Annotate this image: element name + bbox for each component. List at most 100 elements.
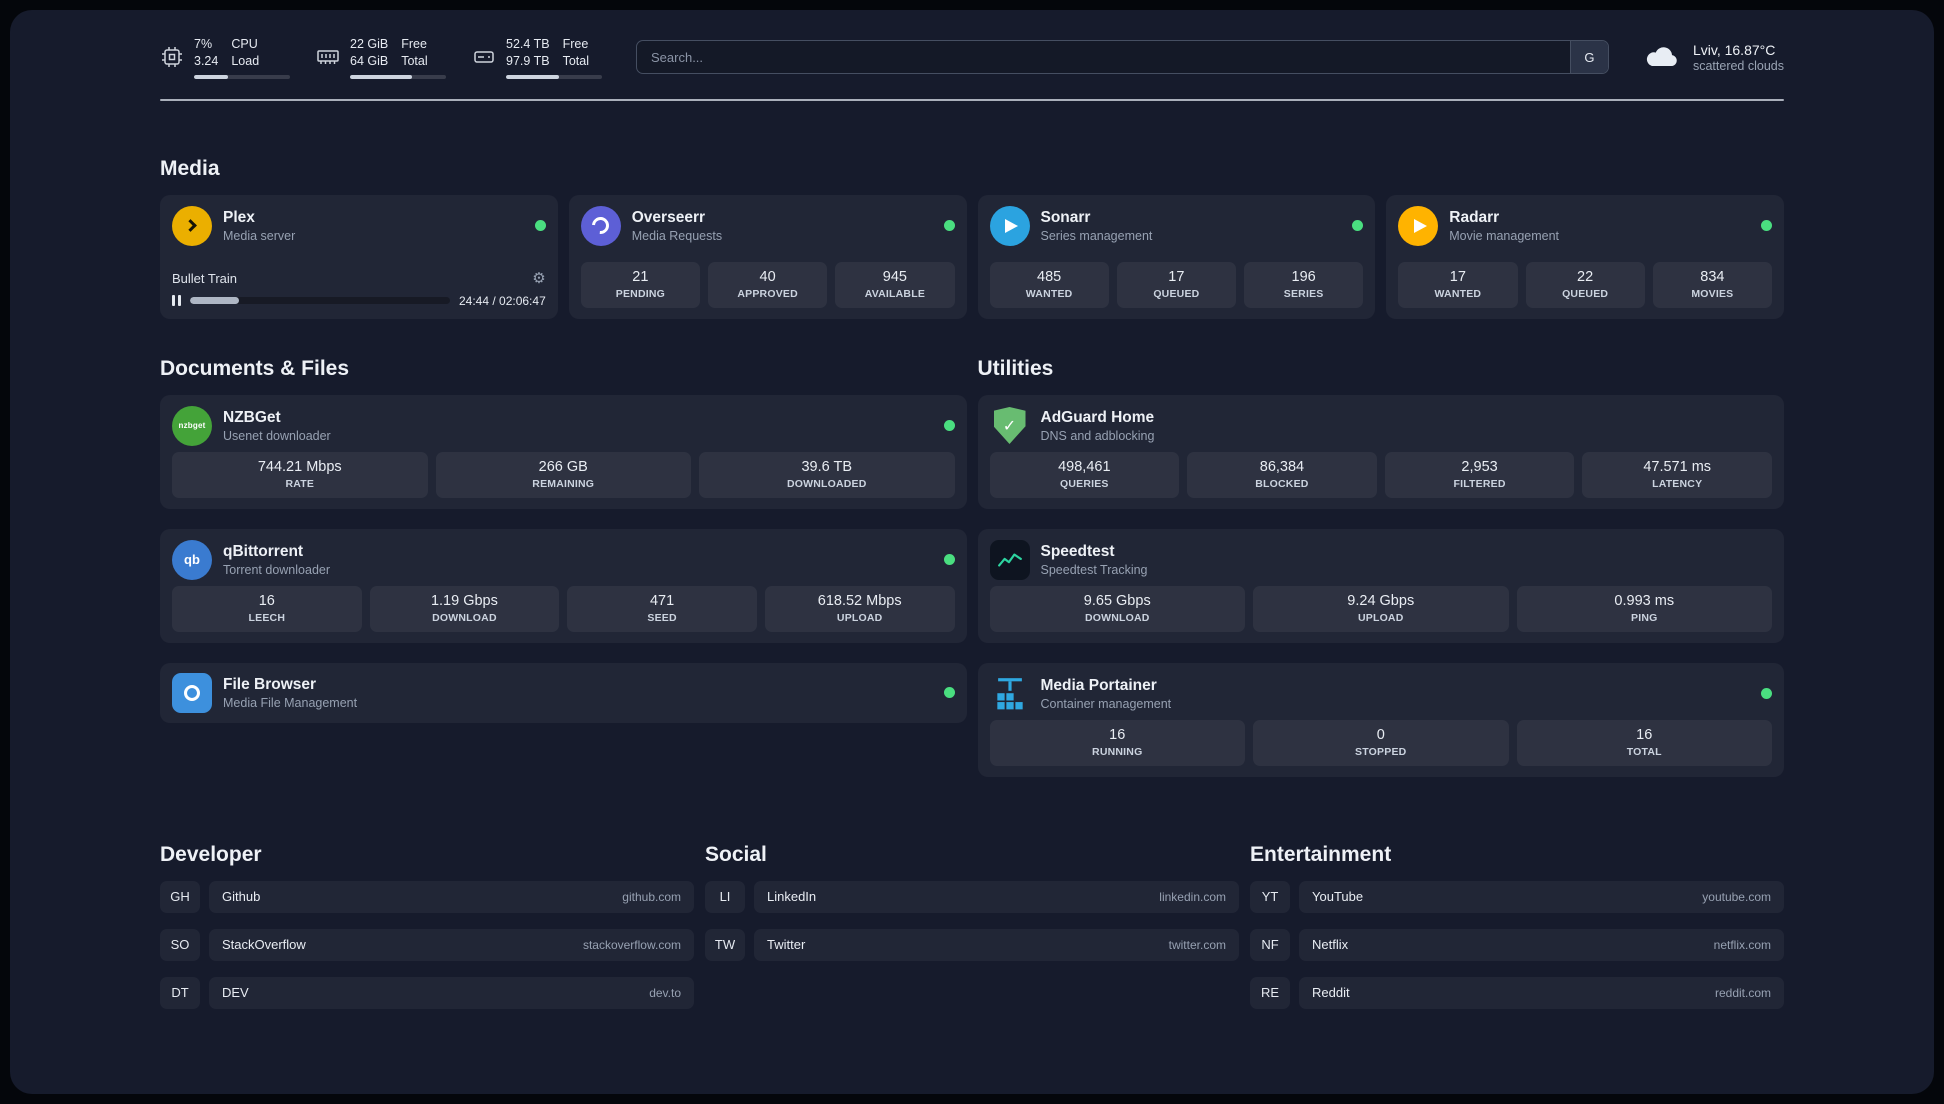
service-card-speedtest[interactable]: Speedtest Speedtest Tracking 9.65 Gbps DO… — [977, 528, 1784, 643]
memory-free-value: 22 GiB — [350, 37, 389, 51]
stat-tile: 40 APPROVED — [708, 261, 828, 308]
memory-total-label: Total — [401, 54, 428, 69]
status-dot — [1352, 220, 1364, 231]
top-bar: 7% 3.24 CPU Load 22 GiB 64 GiB Free Tota… — [160, 36, 1784, 79]
stat-label: SERIES — [1283, 287, 1324, 300]
bookmark-dev[interactable]: DT DEV dev.to — [160, 976, 694, 1009]
stat-tile: 16 RUNNING — [989, 719, 1245, 766]
stat-label: WANTED — [1434, 287, 1482, 300]
stat-label: TOTAL — [1626, 745, 1662, 758]
service-card-sonarr[interactable]: Sonarr Series management 485 WANTED 17 QUE… — [977, 194, 1376, 319]
weather-location: Lviv, 16.87°C — [1692, 41, 1776, 58]
stat-value: 40 — [759, 268, 776, 285]
service-name: Overseerr — [631, 208, 706, 226]
stat-tile: 485 WANTED — [989, 261, 1109, 308]
bookmark-abbr: GH — [160, 880, 200, 913]
cloud-icon — [1646, 47, 1677, 67]
stat-value: 17 — [1449, 268, 1466, 285]
search-engine-button[interactable]: G — [1569, 41, 1608, 74]
plex-icon — [172, 205, 212, 246]
service-card-filebrowser[interactable]: File Browser Media File Management — [160, 662, 967, 723]
bookmark-stackoverflow[interactable]: SO StackOverflow stackoverflow.com — [160, 928, 694, 961]
service-subtitle: Series management — [1040, 228, 1153, 243]
stat-value: 16 — [258, 592, 275, 609]
cpu-chip-icon — [162, 47, 182, 68]
stat-tile: 0.993 ms PING — [1516, 585, 1772, 632]
overseerr-icon — [580, 205, 621, 246]
stat-label: PING — [1631, 611, 1658, 624]
stat-label: REMAINING — [532, 477, 595, 490]
now-playing-title: Bullet Train — [172, 270, 238, 286]
stat-value: 266 GB — [538, 458, 588, 475]
bookmark-abbr: NF — [1250, 928, 1290, 961]
bookmark-linkedin[interactable]: LI LinkedIn linkedin.com — [705, 880, 1239, 913]
status-dot — [1761, 220, 1772, 231]
stat-label: FILTERED — [1453, 477, 1506, 490]
disk-progress-bar — [506, 74, 602, 79]
service-card-qbittorrent[interactable]: qb qBittorrent Torrent downloader 16 LEEC… — [160, 528, 967, 643]
stat-label: BLOCKED — [1255, 477, 1309, 490]
bookmark-youtube[interactable]: YT YouTube youtube.com — [1250, 880, 1784, 913]
status-dot — [534, 220, 546, 231]
service-card-adguard[interactable]: ✓ AdGuard Home DNS and adblocking 498,46… — [977, 394, 1784, 509]
disk-values: 52.4 TB 97.9 TB — [506, 36, 550, 70]
service-name: NZBGet — [223, 408, 281, 426]
section-title-developer: Developer — [160, 842, 262, 866]
bookmark-name: Reddit — [1312, 985, 1350, 1000]
service-card-portainer[interactable]: Media Portainer Container management 16 R… — [977, 662, 1784, 777]
nzbget-icon: nzbget — [172, 405, 212, 446]
bookmark-github[interactable]: GH Github github.com — [160, 880, 694, 913]
bookmark-twitter[interactable]: TW Twitter twitter.com — [705, 928, 1239, 961]
disk-widget: 52.4 TB 97.9 TB Free Total — [472, 36, 602, 79]
pause-icon[interactable] — [172, 295, 181, 306]
service-subtitle: Media server — [223, 228, 296, 243]
bookmark-url: twitter.com — [1168, 937, 1226, 952]
memory-progress-bar — [350, 74, 446, 79]
stat-tile: 16 LEECH — [172, 585, 362, 632]
bookmark-name: StackOverflow — [222, 937, 306, 952]
stat-tile: 86,384 BLOCKED — [1187, 451, 1377, 498]
service-card-nzbget[interactable]: nzbget NZBGet Usenet downloader 744.21 M… — [160, 394, 967, 509]
service-card-plex[interactable]: Plex Media server Bullet Train ⚙ 24:44 /… — [160, 194, 558, 319]
bookmark-url: dev.to — [649, 985, 681, 1000]
stat-label: QUERIES — [1059, 477, 1109, 490]
stat-label: RUNNING — [1092, 745, 1143, 758]
stat-tile: 834 MOVIES — [1652, 261, 1772, 308]
service-subtitle: Usenet downloader — [223, 428, 331, 443]
stat-tile: 47.571 ms LATENCY — [1582, 451, 1772, 498]
qbittorrent-icon: qb — [172, 539, 212, 580]
bookmark-name: LinkedIn — [767, 889, 817, 904]
memory-total-value: 64 GiB — [350, 54, 389, 69]
stat-label: UPLOAD — [836, 611, 883, 624]
service-subtitle: Movie management — [1449, 228, 1560, 243]
service-name: AdGuard Home — [1040, 408, 1155, 426]
stat-value: 17 — [1168, 268, 1185, 285]
service-card-radarr[interactable]: Radarr Movie management 17 WANTED 22 QUEUE… — [1386, 194, 1784, 319]
stat-tile: 16 TOTAL — [1516, 719, 1772, 766]
stat-value: 22 — [1577, 268, 1594, 285]
system-stats: 7% 3.24 CPU Load 22 GiB 64 GiB Free Tota… — [160, 36, 602, 79]
bookmark-reddit[interactable]: RE Reddit reddit.com — [1250, 976, 1784, 1009]
bookmark-name: Github — [222, 889, 261, 904]
bookmark-abbr: LI — [705, 880, 745, 913]
service-card-overseerr[interactable]: Overseerr Media Requests 21 PENDING 40 APP… — [568, 194, 967, 319]
stat-tile: 471 SEED — [567, 585, 757, 632]
bookmark-abbr: SO — [160, 928, 200, 961]
service-subtitle: DNS and adblocking — [1040, 428, 1155, 443]
disk-free-value: 52.4 TB — [506, 37, 550, 51]
disk-progress-fill — [506, 74, 559, 79]
search-bar: G — [636, 40, 1609, 75]
gear-icon[interactable]: ⚙ — [532, 271, 545, 286]
stat-label: RATE — [285, 477, 315, 490]
bookmark-abbr: YT — [1250, 880, 1290, 913]
bookmark-name: YouTube — [1312, 889, 1364, 904]
search-input[interactable] — [637, 41, 1570, 74]
playback-progress-bar[interactable] — [189, 297, 450, 304]
stat-value: 9.24 Gbps — [1347, 592, 1415, 609]
stat-tile: 17 QUEUED — [1116, 261, 1236, 308]
service-subtitle: Speedtest Tracking — [1040, 562, 1148, 577]
stat-value: 86,384 — [1259, 458, 1305, 475]
stat-tile: 618.52 Mbps UPLOAD — [764, 585, 955, 632]
bookmark-netflix[interactable]: NF Netflix netflix.com — [1250, 928, 1784, 961]
stat-tile: 39.6 TB DOWNLOADED — [699, 451, 955, 498]
